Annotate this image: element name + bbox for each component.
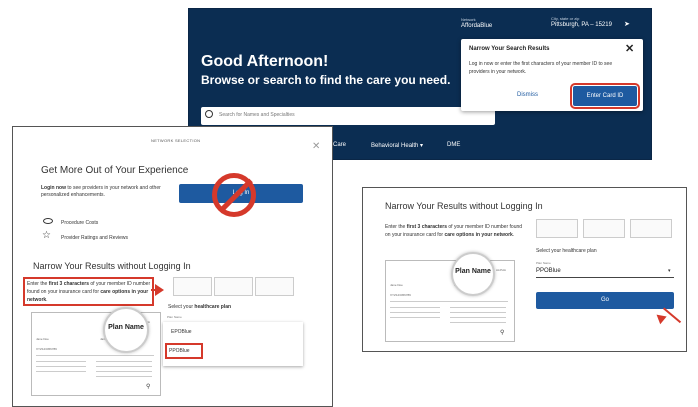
member-id-char-2[interactable] xyxy=(214,277,253,296)
member-id-instructions: Enter the first 3 characters of your mem… xyxy=(27,281,151,303)
search-input[interactable]: Search for Names and Specialties xyxy=(201,107,495,125)
arrow-right-icon xyxy=(155,284,164,296)
popup-title: Narrow Your Search Results xyxy=(469,46,550,52)
card-plan-name: Plan Name xyxy=(455,268,491,275)
narrow-results-title: Narrow Your Results without Logging In xyxy=(33,261,191,271)
card-alpha: ALPHA xyxy=(496,268,506,272)
member-id-char-3[interactable] xyxy=(630,219,672,238)
plan-select-underline xyxy=(536,277,674,278)
select-plan-label: Select your healthcare plan xyxy=(168,304,232,310)
eye-icon xyxy=(43,218,53,224)
plan-field-label: Plan Name xyxy=(536,261,551,265)
greeting: Good Afternoon! xyxy=(201,53,329,70)
network-selection-modal: NETWORK SELECTION ✕ Get More Out of Your… xyxy=(12,126,333,407)
prohibited-icon xyxy=(212,173,256,217)
search-icon xyxy=(205,110,213,118)
close-icon[interactable]: ✕ xyxy=(625,42,634,55)
insurance-card-illustration: Jane Doe XYZ123456789 Jane Doe ALPHA ⚲ xyxy=(385,260,515,342)
plan-name-magnifier: Plan Name xyxy=(103,307,149,353)
plan-select[interactable]: PPOBlue xyxy=(536,268,561,274)
modal-title: Get More Out of Your Experience xyxy=(41,165,189,176)
card-symbol-icon: ⚲ xyxy=(146,384,151,390)
member-id-char-2[interactable] xyxy=(583,219,625,238)
network-value[interactable]: AffordaBlue xyxy=(461,23,492,29)
card-member-id: XYZ123456789 xyxy=(390,293,411,297)
modal-header: NETWORK SELECTION xyxy=(151,138,201,143)
narrow-results-panel: Narrow Your Results without Logging In E… xyxy=(362,187,687,352)
narrow-results-title: Narrow Your Results without Logging In xyxy=(385,201,543,211)
arrow-up-icon xyxy=(653,310,667,325)
narrow-search-popup: Narrow Your Search Results ✕ Log in now … xyxy=(461,39,643,111)
member-id-instructions: Enter the first 3 characters of your mem… xyxy=(385,224,523,238)
card-symbol-icon: ⚲ xyxy=(500,330,505,336)
login-description: Login now to see providers in your netwo… xyxy=(41,185,161,198)
network-label: Network xyxy=(461,17,476,22)
popup-body: Log in now or enter the first characters… xyxy=(469,61,613,75)
dismiss-button[interactable]: Dismiss xyxy=(517,92,538,98)
go-button[interactable]: Go xyxy=(536,292,674,309)
card-member-name: Jane Doe xyxy=(36,337,49,341)
option-epoblue[interactable]: EPOBlue xyxy=(171,329,192,335)
locate-arrow-icon[interactable]: ➤ xyxy=(624,20,630,28)
location-value[interactable]: Pittsburgh, PA – 15219 xyxy=(551,22,612,28)
member-id-char-1[interactable] xyxy=(536,219,578,238)
feature-procedure-costs: Procedure Costs xyxy=(61,220,99,226)
option-ppoblue[interactable]: PPOBlue xyxy=(169,348,190,354)
enter-card-id-button[interactable]: Enter Card ID xyxy=(570,83,640,109)
menu-item-behavioral-health[interactable]: Behavioral Health ▾ xyxy=(371,142,423,149)
plan-dropdown[interactable]: EPOBlue PPOBlue xyxy=(163,322,303,366)
card-member-id: XYZ123456789 xyxy=(36,347,57,351)
menu-item-dme[interactable]: DME xyxy=(447,142,460,148)
member-id-char-1[interactable] xyxy=(173,277,212,296)
plan-field-label: Plan Name xyxy=(167,315,182,319)
search-placeholder: Search for Names and Specialties xyxy=(219,112,295,118)
star-icon: ☆ xyxy=(42,230,51,241)
close-icon[interactable]: ✕ xyxy=(312,141,320,152)
greeting-subtitle: Browse or search to find the care you ne… xyxy=(201,73,451,87)
member-id-char-3[interactable] xyxy=(255,277,294,296)
card-plan-name: Plan Name xyxy=(108,324,144,331)
card-member-name: Jane Doe xyxy=(390,283,403,287)
chevron-down-icon[interactable]: ▾ xyxy=(668,268,671,274)
feature-provider-ratings: Provider Ratings and Reviews xyxy=(61,235,128,241)
plan-name-magnifier: Plan Name xyxy=(451,252,495,296)
location-label: City, state or zip xyxy=(551,16,580,21)
select-plan-label: Select your healthcare plan xyxy=(536,248,597,254)
